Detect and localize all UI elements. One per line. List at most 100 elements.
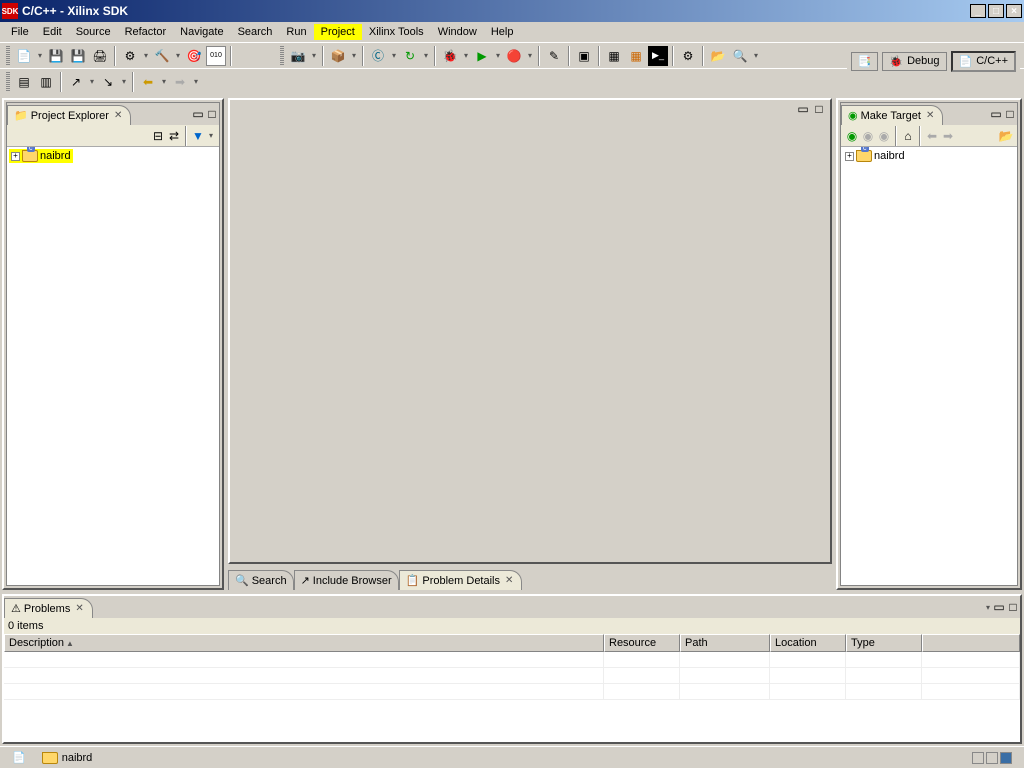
subtype-button[interactable]: ▥: [36, 72, 56, 92]
new-button[interactable]: 📄: [14, 46, 34, 66]
menu-source[interactable]: Source: [69, 24, 118, 40]
edit-target-button[interactable]: ◉: [861, 129, 875, 143]
debug-button[interactable]: 🐞: [440, 46, 460, 66]
menu-window[interactable]: Window: [431, 24, 484, 40]
link-editor-button[interactable]: ⇄: [167, 129, 181, 143]
forward-button[interactable]: ➡: [170, 72, 190, 92]
nav-back-button[interactable]: ⬅: [925, 129, 939, 143]
col-location[interactable]: Location: [770, 634, 846, 652]
toolbar-grip-3[interactable]: [6, 72, 10, 92]
tab-problem-details[interactable]: 📋 Problem Details ✕: [399, 570, 523, 590]
expand-icon[interactable]: +: [11, 152, 20, 161]
tree-item-naibrd[interactable]: + c naibrd: [843, 149, 1015, 163]
save-button[interactable]: 💾: [46, 46, 66, 66]
nav-fwd-button[interactable]: ➡: [941, 129, 955, 143]
menu-refactor[interactable]: Refactor: [118, 24, 174, 40]
make-target-tree[interactable]: + c naibrd: [841, 147, 1017, 585]
terminal-button[interactable]: ▣: [574, 46, 594, 66]
col-path[interactable]: Path: [680, 634, 770, 652]
editor-blank-area[interactable]: [230, 118, 830, 562]
build-target-button[interactable]: 📂: [999, 129, 1013, 143]
col-extra[interactable]: [922, 634, 1020, 652]
cpp-perspective[interactable]: 📄 C/C++: [951, 51, 1017, 72]
menu-search[interactable]: Search: [231, 24, 280, 40]
print-button[interactable]: 🖨: [90, 46, 110, 66]
save-all-button[interactable]: 💾: [68, 46, 88, 66]
toolbar-grip-2[interactable]: [280, 46, 284, 66]
new-dropdown[interactable]: ▾: [36, 51, 44, 60]
editor-minimize-button[interactable]: ▭: [796, 102, 810, 116]
close-icon[interactable]: ✕: [112, 110, 124, 121]
view-menu-dropdown[interactable]: ▾: [207, 131, 215, 140]
maximize-view-button[interactable]: □: [205, 107, 219, 121]
open-perspective-button[interactable]: 📑: [851, 52, 879, 71]
chip-button-2[interactable]: ▦: [626, 46, 646, 66]
problems-tab[interactable]: ⚠ Problems ✕: [4, 598, 93, 618]
prev-ann-button[interactable]: ↗: [66, 72, 86, 92]
maximize-view-button[interactable]: □: [1006, 600, 1020, 614]
chip-button[interactable]: ▦: [604, 46, 624, 66]
menu-edit[interactable]: Edit: [36, 24, 69, 40]
maximize-button[interactable]: □: [988, 4, 1004, 18]
close-icon[interactable]: ✕: [924, 110, 936, 121]
status-item-launch[interactable]: 📄: [4, 751, 34, 764]
tab-include-browser[interactable]: ↗ Include Browser: [294, 570, 399, 590]
home-button[interactable]: ⌂: [901, 129, 915, 143]
expand-icon[interactable]: +: [845, 152, 854, 161]
minimize-view-button[interactable]: ▭: [191, 107, 205, 121]
editor-maximize-button[interactable]: □: [812, 102, 826, 116]
tool-c-button[interactable]: Ⓒ: [368, 46, 388, 66]
menu-file[interactable]: File: [4, 24, 36, 40]
run-button[interactable]: ▶: [472, 46, 492, 66]
target-button[interactable]: 🎯: [184, 46, 204, 66]
status-icon-1[interactable]: [972, 752, 984, 764]
col-resource[interactable]: Resource: [604, 634, 680, 652]
col-description[interactable]: Description ▲: [4, 634, 604, 652]
menu-help[interactable]: Help: [484, 24, 521, 40]
new-target-button[interactable]: ◉: [845, 129, 859, 143]
menu-navigate[interactable]: Navigate: [173, 24, 230, 40]
tree-item-naibrd[interactable]: + c naibrd: [9, 149, 73, 163]
build-button[interactable]: 🔨: [152, 46, 172, 66]
problems-menu-dropdown[interactable]: ▾: [984, 603, 992, 612]
status-item-project[interactable]: naibrd: [34, 752, 101, 764]
project-explorer-tab[interactable]: 📁 Project Explorer ✕: [7, 105, 131, 125]
tab-search[interactable]: 🔍 Search: [228, 570, 294, 590]
problems-table-body[interactable]: [4, 652, 1020, 742]
ext-run-button[interactable]: 🔴: [504, 46, 524, 66]
refresh-button[interactable]: ↻: [400, 46, 420, 66]
toolbar-grip[interactable]: [6, 46, 10, 66]
close-icon[interactable]: ✕: [73, 603, 85, 614]
build-dropdown[interactable]: ▾: [174, 51, 182, 60]
console-button[interactable]: ▶_: [648, 46, 668, 66]
status-icon-3[interactable]: [1000, 752, 1012, 764]
minimize-button[interactable]: _: [970, 4, 986, 18]
cycle-button[interactable]: ⚙: [678, 46, 698, 66]
make-target-tab[interactable]: ◉ Make Target ✕: [841, 105, 943, 125]
filter-button[interactable]: ▼: [191, 129, 205, 143]
camera-button[interactable]: 📷: [288, 46, 308, 66]
back-button[interactable]: ⬅: [138, 72, 158, 92]
minimize-view-button[interactable]: ▭: [989, 107, 1003, 121]
binary-button[interactable]: 010: [206, 46, 226, 66]
open-button[interactable]: 📂: [708, 46, 728, 66]
wand-button[interactable]: ✎: [544, 46, 564, 66]
col-type[interactable]: Type: [846, 634, 922, 652]
build-config-dropdown[interactable]: ▾: [142, 51, 150, 60]
search-tool-button[interactable]: 🔍: [730, 46, 750, 66]
close-icon[interactable]: ✕: [503, 575, 515, 586]
build-config-button[interactable]: ⚙: [120, 46, 140, 66]
project-explorer-tree[interactable]: + c naibrd: [7, 147, 219, 585]
maximize-view-button[interactable]: □: [1003, 107, 1017, 121]
collapse-all-button[interactable]: ⊟: [151, 129, 165, 143]
delete-target-button[interactable]: ◉: [877, 129, 891, 143]
minimize-view-button[interactable]: ▭: [992, 600, 1006, 614]
debug-perspective[interactable]: 🐞 Debug: [882, 52, 946, 71]
menu-run[interactable]: Run: [279, 24, 313, 40]
status-icon-2[interactable]: [986, 752, 998, 764]
close-button[interactable]: ×: [1006, 4, 1022, 18]
supertype-button[interactable]: ▤: [14, 72, 34, 92]
menu-project[interactable]: Project: [314, 24, 362, 40]
next-ann-button[interactable]: ↘: [98, 72, 118, 92]
menu-xilinx-tools[interactable]: Xilinx Tools: [362, 24, 431, 40]
